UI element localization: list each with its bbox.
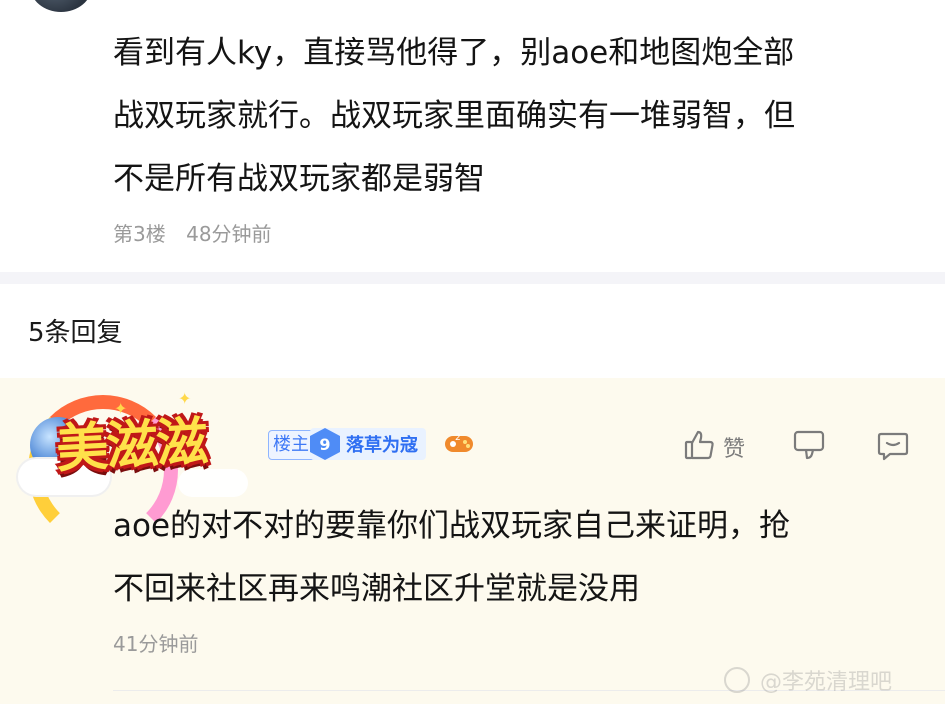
post-line: 不是所有战双玩家都是弱智 <box>113 161 485 197</box>
post-line: 看到有人ky，直接骂他得了，别aoe和地图炮全部 <box>113 35 795 71</box>
post-time: 48分钟前 <box>186 222 272 246</box>
post-content: 看到有人ky，直接骂他得了，别aoe和地图炮全部 战双玩家就行。战双玩家里面确实… <box>113 22 913 211</box>
like-label: 赞 <box>723 437 746 462</box>
level-number: 9 <box>310 428 340 460</box>
replies-count-header: 5条回复 <box>28 318 123 348</box>
comment-icon <box>876 432 910 466</box>
section-divider <box>0 272 945 284</box>
watermark-logo-icon <box>724 667 750 693</box>
floor-number: 第3楼 <box>113 222 166 246</box>
comment-button[interactable] <box>876 428 910 466</box>
post-meta: 第3楼 48分钟前 <box>113 218 286 247</box>
dislike-button[interactable] <box>792 428 826 466</box>
previous-user-avatar[interactable] <box>30 0 92 12</box>
reply-content: aoe的对不对的要靠你们战双玩家自己来证明，抢 不回来社区再来鸣潮社区升堂就是没… <box>113 495 913 621</box>
thumbs-up-icon <box>683 428 717 466</box>
post-line: 战双玩家就行。战双玩家里面确实有一堆弱智，但 <box>113 98 795 134</box>
svg-text:2: 2 <box>455 433 461 443</box>
level-title: 落草为寇 <box>346 435 418 456</box>
owner-tag: 楼主 <box>268 430 316 460</box>
reply-line: 不回来社区再来鸣潮社区升堂就是没用 <box>113 571 640 607</box>
avatar-badge-text: 美滋滋 <box>54 411 208 480</box>
like-button[interactable]: 赞 <box>683 428 745 466</box>
reply-line: aoe的对不对的要靠你们战双玩家自己来证明，抢 <box>113 508 791 544</box>
user-level-badge[interactable]: 9 落草为寇 <box>310 428 426 460</box>
watermark: @李苑清理吧 <box>724 664 892 696</box>
reply-avatar[interactable]: ✦ ✦ 美滋滋 <box>18 389 293 545</box>
thumbs-down-icon <box>792 430 826 466</box>
watermark-text: @李苑清理吧 <box>760 670 893 695</box>
gamepad-icon: 2 <box>443 430 475 462</box>
reply-time: 41分钟前 <box>113 632 199 656</box>
